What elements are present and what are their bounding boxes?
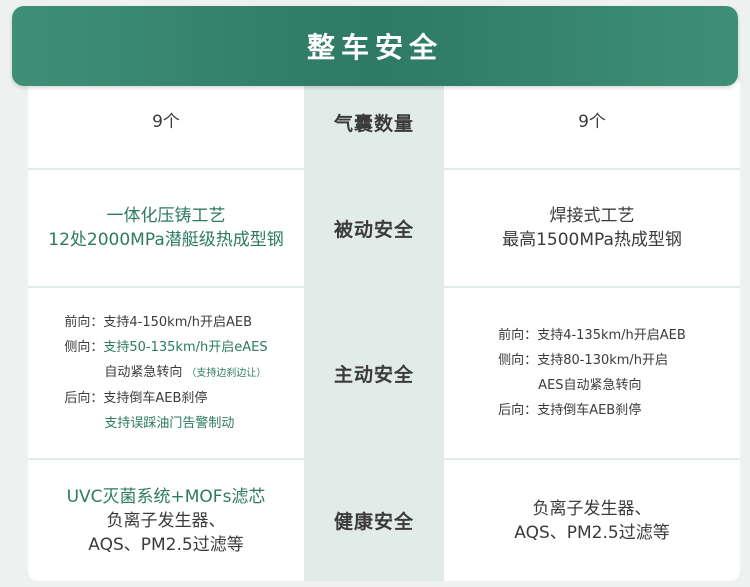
detail-text: 支持误踩油门告警制动: [104, 416, 235, 431]
right-detail-list: 前向：支持4-135km/h开启AEB 侧向：支持80-130km/h开启 AE…: [498, 323, 686, 423]
right-airbag-count: 9个: [578, 112, 606, 132]
left-line: 一体化压铸工艺: [106, 206, 226, 226]
detail-text: 支持50-135km/h开启eAES: [103, 340, 268, 355]
detail-text: 支持倒车AEB刹停: [537, 403, 642, 418]
direction-prefix: 侧向：: [498, 353, 538, 368]
direction-prefix: 前向：: [498, 328, 538, 343]
category-label: 主动安全: [333, 363, 414, 386]
header-banner: 整车安全: [12, 6, 738, 86]
right-line: 最高1500MPa热成型钢: [502, 230, 682, 250]
detail-line-rear: 后向：支持倒车AEB刹停: [498, 398, 641, 423]
detail-text: 支持4-135km/h开启AEB: [537, 328, 686, 343]
row-health-safety: UVC灭菌系统+MOFs滤芯 负离子发生器、 AQS、PM2.5过滤等 健康安全…: [28, 460, 740, 581]
comparison-table: 9个 气囊数量 9个 一体化压铸工艺 12处2000MPa潜艇级热成型钢 被动安…: [28, 76, 740, 581]
detail-line-side-continued: AES自动紧急转向: [498, 373, 641, 398]
detail-text: 自动紧急转向: [104, 365, 183, 380]
right-value-cell: 焊接式工艺 最高1500MPa热成型钢: [444, 170, 740, 286]
detail-line-rear: 后向：支持倒车AEB刹停: [64, 386, 207, 411]
right-line: 负离子发生器、: [532, 498, 652, 519]
right-value-cell: 前向：支持4-135km/h开启AEB 侧向：支持80-130km/h开启 AE…: [444, 288, 740, 458]
detail-text: 支持倒车AEB刹停: [103, 391, 208, 406]
row-passive-safety: 一体化压铸工艺 12处2000MPa潜艇级热成型钢 被动安全 焊接式工艺 最高1…: [28, 170, 740, 286]
comparison-page: 9个 气囊数量 9个 一体化压铸工艺 12处2000MPa潜艇级热成型钢 被动安…: [0, 0, 750, 587]
detail-line-front: 前向：支持4-150km/h开启AEB: [64, 310, 252, 335]
category-cell: 气囊数量: [304, 76, 444, 168]
category-cell: 被动安全: [304, 170, 444, 286]
row-active-safety: 前向：支持4-150km/h开启AEB 侧向：支持50-135km/h开启eAE…: [28, 288, 740, 458]
row-airbags: 9个 气囊数量 9个: [28, 76, 740, 168]
category-label: 气囊数量: [333, 112, 414, 135]
detail-line-side: 侧向：支持80-130km/h开启: [498, 348, 668, 373]
left-airbag-count: 9个: [152, 112, 180, 132]
page-title: 整车安全: [306, 31, 443, 64]
direction-prefix: 侧向：: [64, 340, 104, 355]
left-line: 12处2000MPa潜艇级热成型钢: [48, 230, 284, 250]
detail-line-side-continued: 自动紧急转向 （支持边刹边让）: [64, 360, 266, 386]
left-value-cell: 前向：支持4-150km/h开启AEB 侧向：支持50-135km/h开启eAE…: [28, 288, 304, 458]
detail-line-front: 前向：支持4-135km/h开启AEB: [498, 323, 686, 348]
category-label: 被动安全: [333, 218, 414, 241]
left-detail-list: 前向：支持4-150km/h开启AEB 侧向：支持50-135km/h开启eAE…: [64, 310, 267, 436]
direction-prefix: 前向：: [64, 315, 104, 330]
right-value-cell: 9个: [444, 76, 740, 168]
right-line: AQS、PM2.5过滤等: [514, 522, 670, 543]
detail-text: 支持80-130km/h开启: [537, 353, 669, 368]
left-value-cell: 9个: [28, 76, 304, 168]
category-cell: 健康安全: [304, 460, 444, 581]
category-label: 健康安全: [333, 511, 414, 533]
direction-prefix: 后向：: [498, 403, 538, 418]
left-value-cell: 一体化压铸工艺 12处2000MPa潜艇级热成型钢: [28, 170, 304, 286]
detail-note: （支持边刹边让）: [186, 368, 267, 379]
detail-text: AES自动紧急转向: [538, 378, 642, 393]
detail-text: 支持4-150km/h开启AEB: [103, 315, 253, 330]
direction-prefix: 后向：: [64, 391, 104, 406]
right-value-cell: 负离子发生器、 AQS、PM2.5过滤等: [444, 460, 740, 581]
left-line: 负离子发生器、: [106, 510, 226, 531]
category-cell: 主动安全: [304, 288, 444, 458]
left-line: AQS、PM2.5过滤等: [88, 534, 244, 555]
detail-line-side: 侧向：支持50-135km/h开启eAES: [64, 335, 267, 360]
detail-line-rear-continued: 支持误踩油门告警制动: [64, 411, 234, 436]
left-line: UVC灭菌系统+MOFs滤芯: [66, 486, 266, 507]
right-line: 焊接式工艺: [549, 206, 635, 226]
left-value-cell: UVC灭菌系统+MOFs滤芯 负离子发生器、 AQS、PM2.5过滤等: [28, 460, 304, 581]
